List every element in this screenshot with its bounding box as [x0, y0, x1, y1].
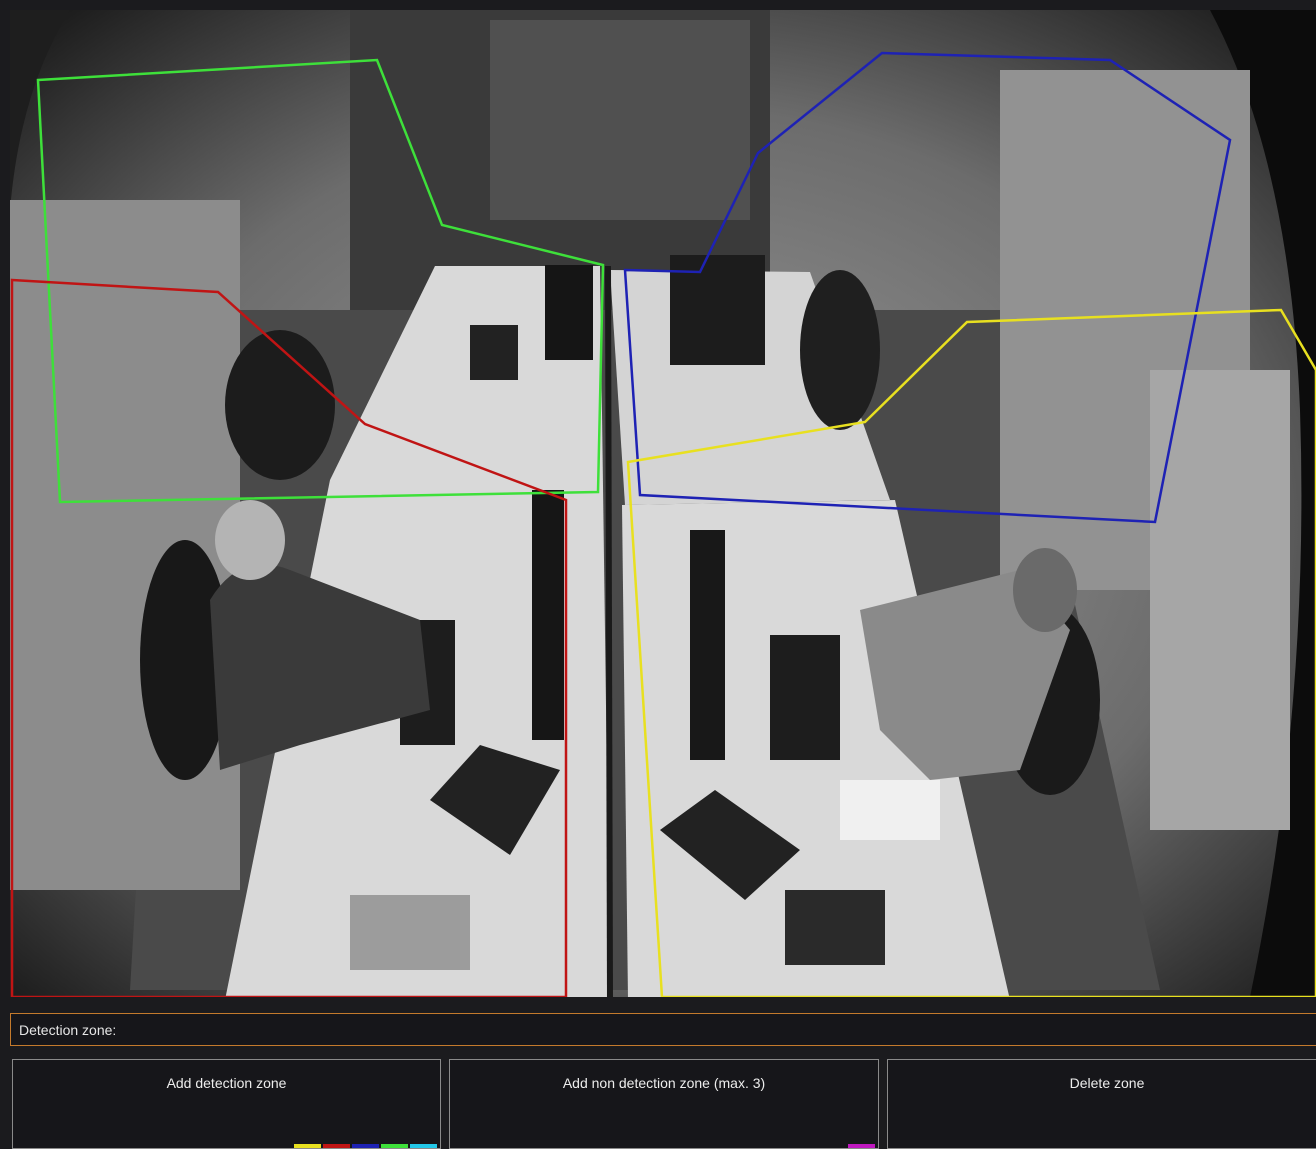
red-swatch: [323, 1144, 350, 1148]
detection-zone-bar: Detection zone:: [10, 1013, 1316, 1046]
delete-zone-label: Delete zone: [1069, 1075, 1145, 1091]
add-detection-zone-button[interactable]: Add detection zone: [12, 1059, 441, 1149]
delete-zone-button[interactable]: Delete zone: [887, 1059, 1316, 1149]
camera-view[interactable]: [10, 10, 1316, 997]
magenta-swatch: [848, 1144, 875, 1148]
camera-image: [10, 10, 1316, 997]
add-detection-zone-label: Add detection zone: [166, 1075, 287, 1091]
detection-zone-color-swatches: [294, 1144, 437, 1148]
add-non-detection-zone-label: Add non detection zone (max. 3): [562, 1075, 766, 1091]
add-non-detection-zone-button[interactable]: Add non detection zone (max. 3): [449, 1059, 879, 1149]
detection-zone-label: Detection zone:: [19, 1021, 117, 1038]
cyan-swatch: [410, 1144, 437, 1148]
green-swatch: [381, 1144, 408, 1148]
yellow-swatch: [294, 1144, 321, 1148]
non-detection-zone-color-swatches: [848, 1144, 875, 1148]
blue-swatch: [352, 1144, 379, 1148]
